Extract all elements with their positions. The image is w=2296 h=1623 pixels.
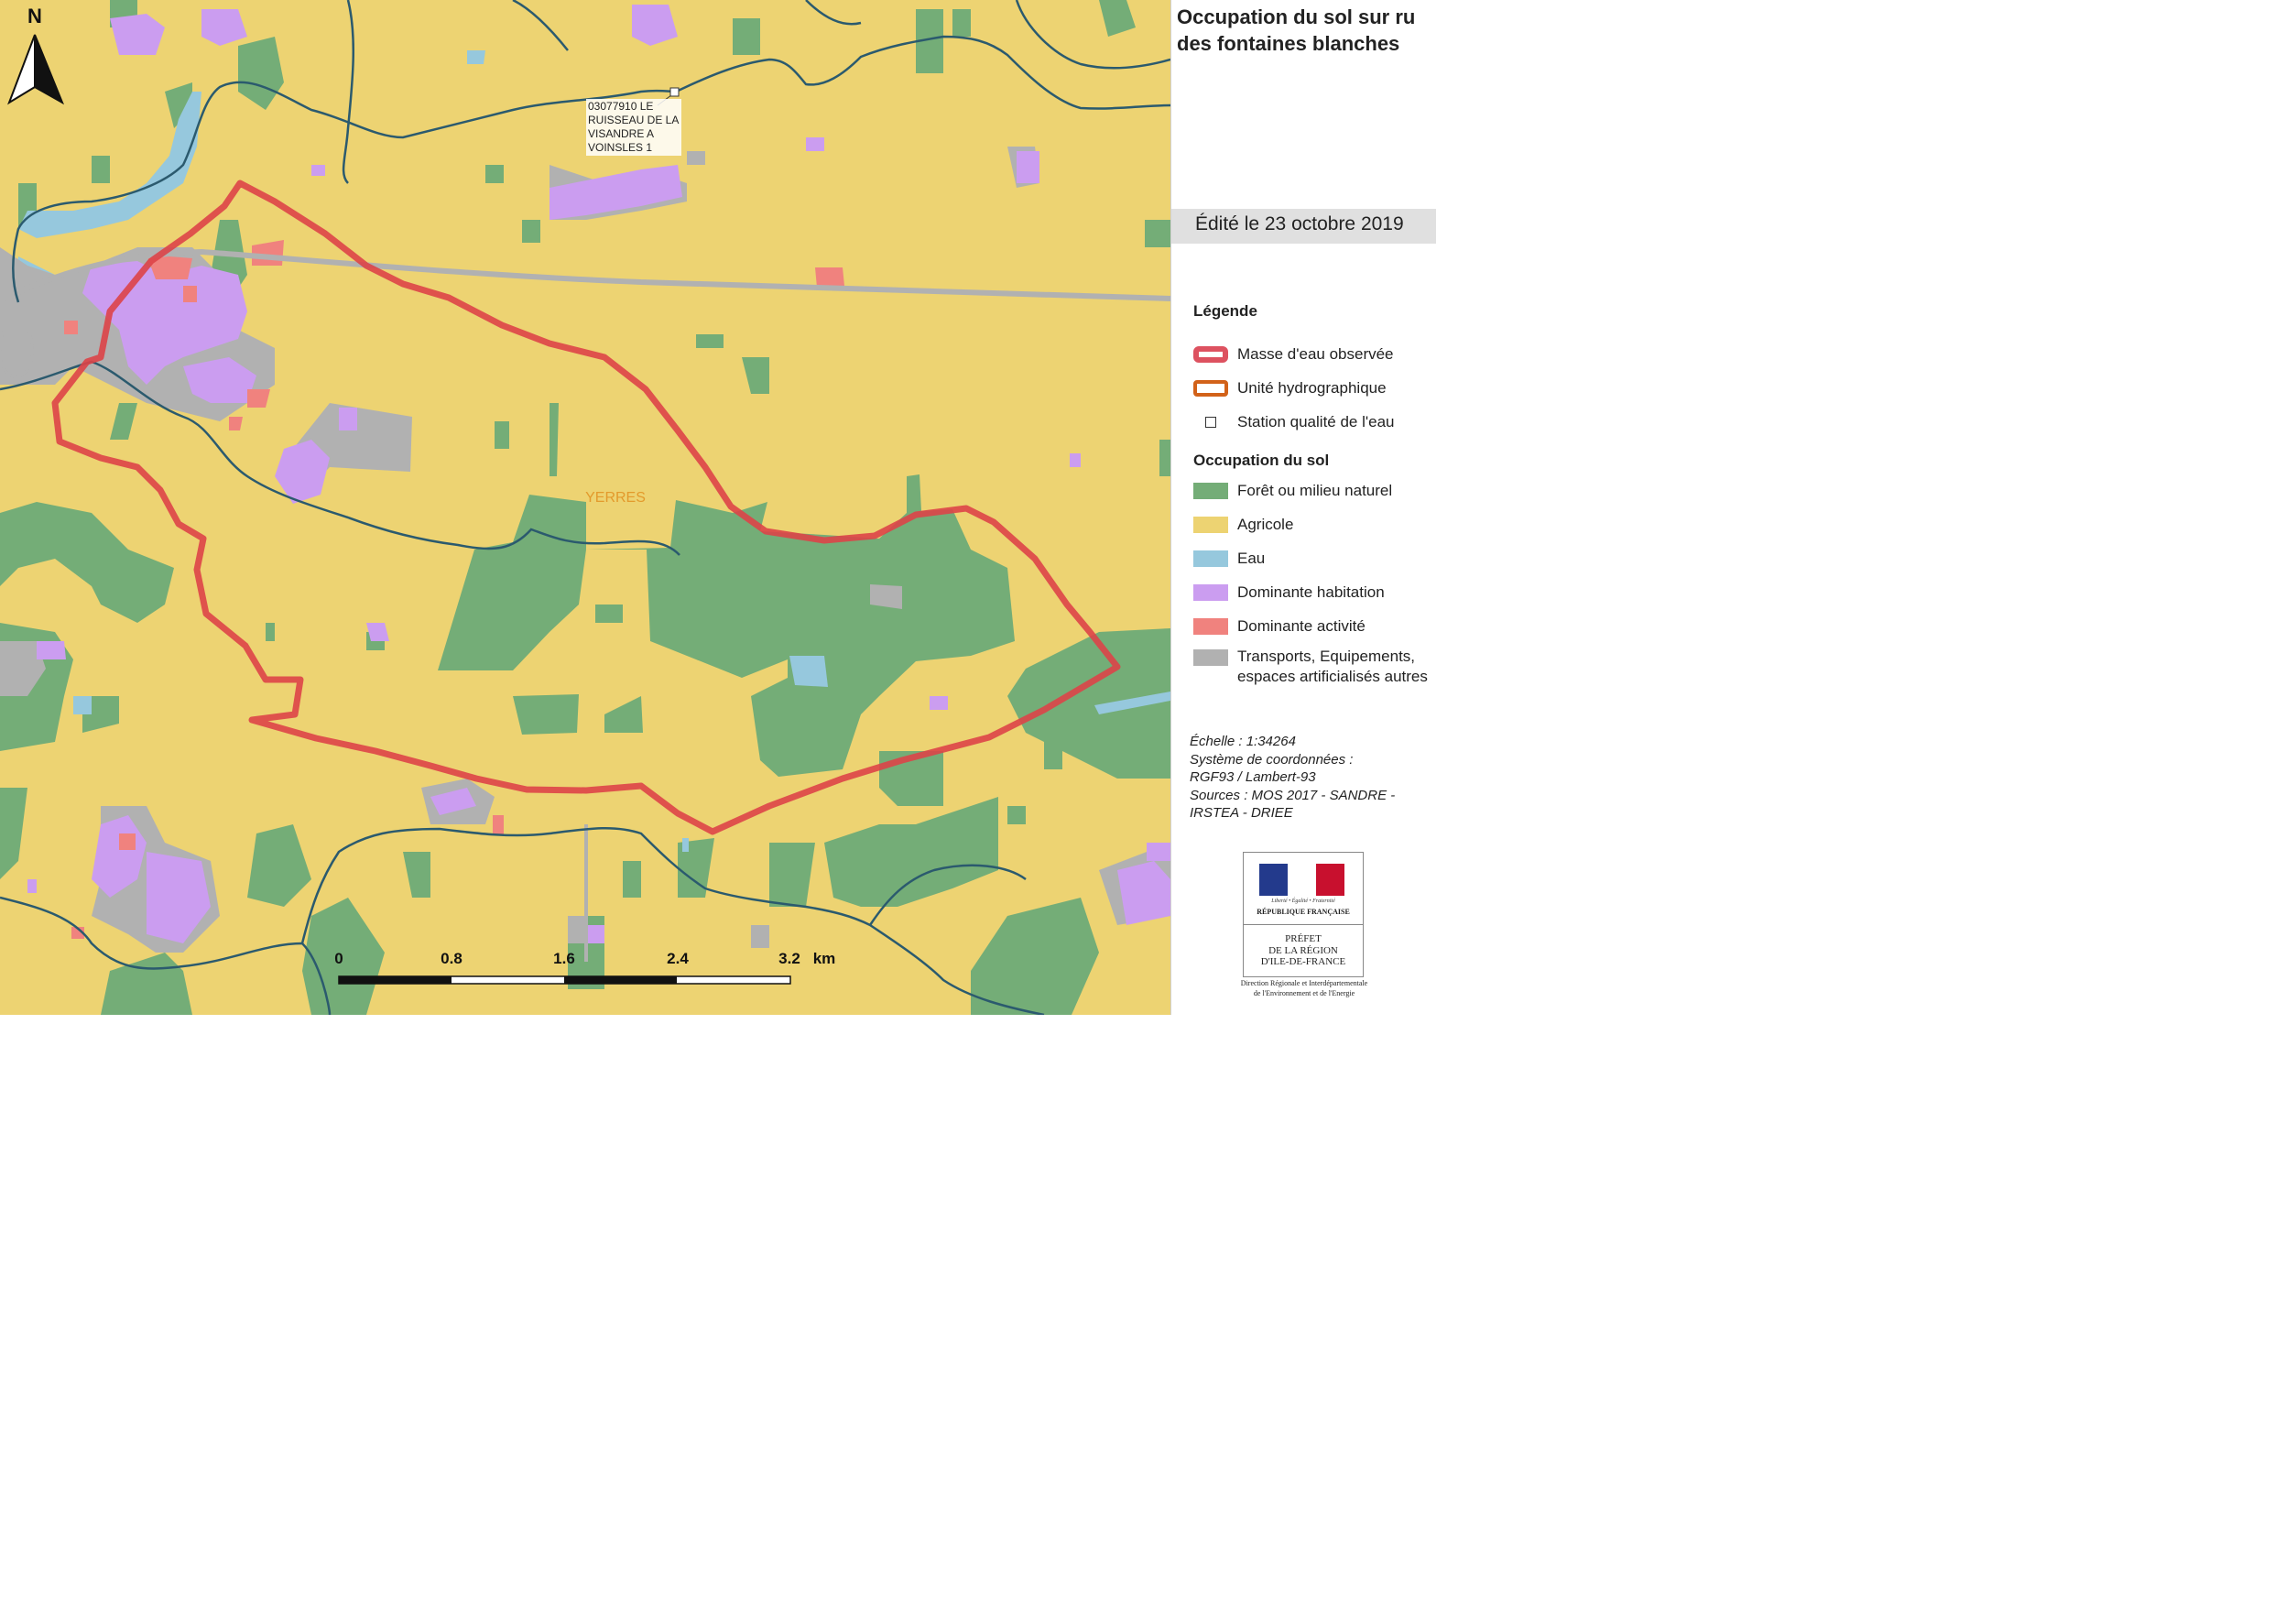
map-title: Occupation du sol sur ru des fontaines b… xyxy=(1177,5,1416,55)
scale-segment xyxy=(339,976,452,984)
legend-item-water: Eau xyxy=(1193,548,1265,570)
coordinate-system-value: RGF93 / Lambert-93 xyxy=(1190,769,1316,785)
legend-item-forest: Forêt ou milieu naturel xyxy=(1193,480,1392,502)
legend-item-label: Unité hydrographique xyxy=(1237,379,1387,397)
scale-tick-label: 0 xyxy=(334,950,343,967)
sources-continued: IRSTEA - DRIEE xyxy=(1190,805,1293,821)
prefet-text: PRÉFET DE LA RÉGION D'ILE-DE-FRANCE xyxy=(1244,933,1363,968)
legend-item-label: Dominante habitation xyxy=(1237,583,1385,601)
french-flag-icon xyxy=(1259,864,1344,896)
direction-text: Direction Régionale et Interdépartementa… xyxy=(1226,979,1382,998)
legend-item-activity: Dominante activité xyxy=(1193,615,1366,637)
legend-item-label: Masse d'eau observée xyxy=(1237,345,1394,363)
legend-item-label: Transports, Equipements, espaces artific… xyxy=(1237,648,1428,685)
direction-line: Direction Régionale et Interdépartementa… xyxy=(1240,979,1368,987)
map-metadata: Échelle : 1:34264 Système de coordonnées… xyxy=(1190,733,1432,822)
water-swatch xyxy=(1193,550,1228,567)
forest-swatch xyxy=(1193,483,1228,499)
scale-segment xyxy=(564,976,677,984)
republic-name: RÉPUBLIQUE FRANÇAISE xyxy=(1257,908,1350,916)
legend-item-observed-water-body: Masse d'eau observée xyxy=(1193,343,1394,365)
prefet-line: D'ILE-DE-FRANCE xyxy=(1260,956,1346,967)
coordinate-system-label: Système de coordonnées : xyxy=(1190,751,1354,768)
legend-item-label: Station qualité de l'eau xyxy=(1237,413,1395,430)
scale-unit: km xyxy=(813,950,836,967)
scale-tick-label: 3.2 xyxy=(778,950,800,967)
legend-item-label: Dominante activité xyxy=(1237,617,1366,635)
legend-item-hydrographic-unit: Unité hydrographique xyxy=(1193,377,1387,399)
land-use-heading: Occupation du sol xyxy=(1193,452,1330,469)
legend-item-habitation: Dominante habitation xyxy=(1193,582,1385,604)
prefet-line: PRÉFET xyxy=(1285,933,1322,944)
activity-swatch xyxy=(1193,618,1228,635)
legend-item-transport: Transports, Equipements, espaces artific… xyxy=(1193,647,1434,703)
legend-heading: Légende xyxy=(1193,302,1257,320)
habitation-swatch xyxy=(1193,584,1228,601)
place-label-yerres: YERRES xyxy=(585,490,646,506)
republic-motto: Liberté • Égalité • Fraternité xyxy=(1271,899,1335,904)
direction-line: de l'Environnement et de l'Energie xyxy=(1253,988,1355,997)
sources: Sources : MOS 2017 - SANDRE - xyxy=(1190,787,1396,803)
station-label-line: VISANDRE A xyxy=(588,127,654,140)
edition-date: Édité le 23 octobre 2019 xyxy=(1195,213,1404,234)
hydrographic-unit-swatch xyxy=(1193,380,1228,397)
station-label-line: 03077910 LE xyxy=(588,100,653,113)
scale-tick-label: 1.6 xyxy=(553,950,575,967)
observed-water-body-swatch xyxy=(1193,346,1228,363)
legend-item-label: Eau xyxy=(1237,550,1266,567)
scale-tick-label: 0.8 xyxy=(441,950,462,967)
station-square-icon xyxy=(1193,414,1228,430)
republique-francaise-logo: Liberté • Égalité • Fraternité RÉPUBLIQU… xyxy=(1244,853,1363,925)
legend-panel: Occupation du sol sur ru des fontaines b… xyxy=(1170,0,1436,1015)
scale-tick-label: 2.4 xyxy=(667,950,689,967)
north-label: N xyxy=(27,5,42,27)
transport-swatch xyxy=(1193,649,1228,666)
station-label-line: RUISSEAU DE LA xyxy=(588,114,679,126)
prefecture-logo: Liberté • Égalité • Fraternité RÉPUBLIQU… xyxy=(1243,852,1364,977)
prefet-line: DE LA RÉGION xyxy=(1268,944,1338,956)
station-marker[interactable] xyxy=(669,87,680,97)
legend-item-label: Agricole xyxy=(1237,516,1294,533)
station-label-line: VOINSLES 1 xyxy=(588,141,652,154)
legend-item-station: Station qualité de l'eau xyxy=(1193,411,1395,433)
scale-ratio: Échelle : 1:34264 xyxy=(1190,734,1296,749)
legend-item-label: Forêt ou milieu naturel xyxy=(1237,482,1393,499)
land-use-map[interactable]: N 03077910 LE RUISSEAU DE LA VISANDRE A … xyxy=(0,0,1170,1015)
agricultural-swatch xyxy=(1193,517,1228,533)
legend-item-agricultural: Agricole xyxy=(1193,514,1293,536)
